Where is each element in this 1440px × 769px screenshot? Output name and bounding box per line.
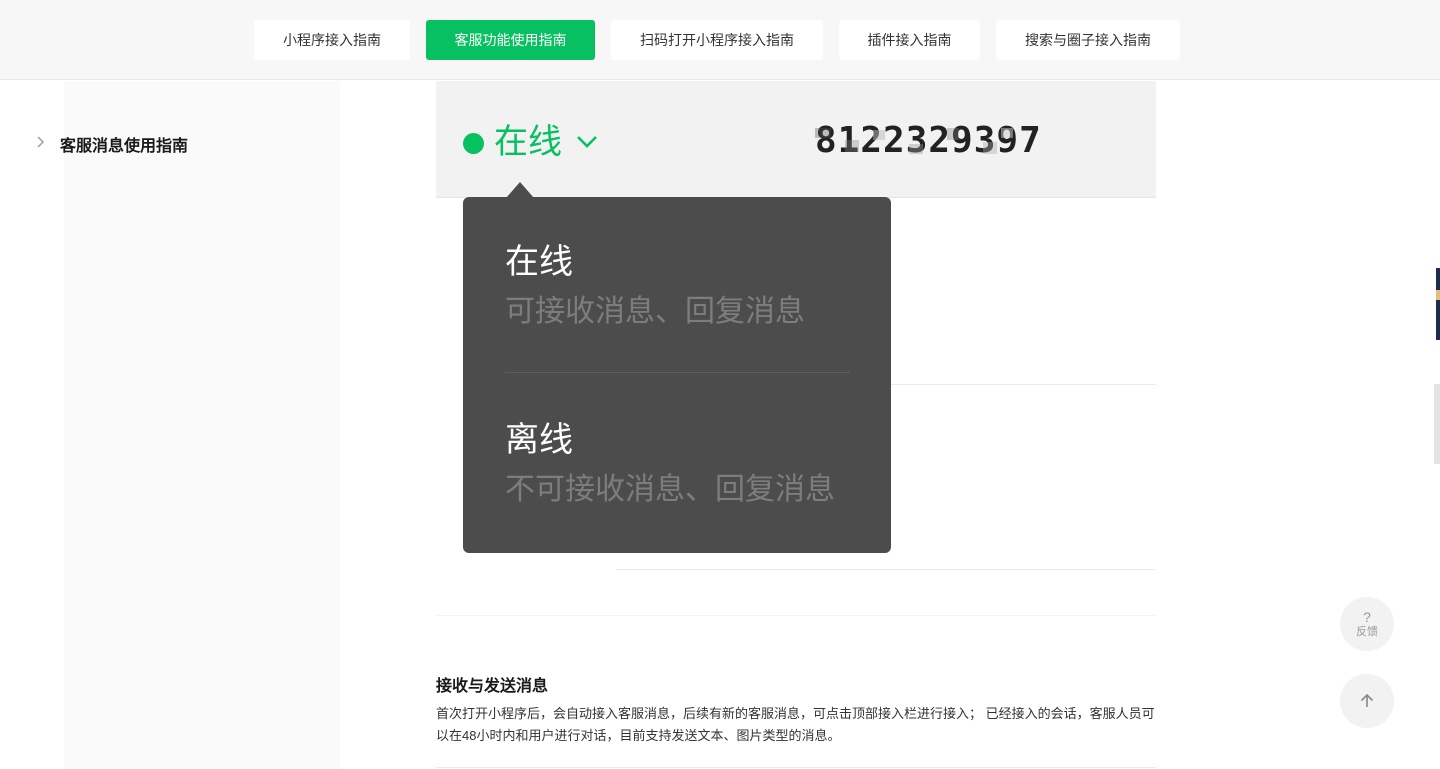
section-paragraph: 首次打开小程序后，会自动接入客服消息，后续有新的客服消息，可点击顶部接入栏进行接… xyxy=(436,706,1155,743)
feedback-label: 反馈 xyxy=(1356,626,1378,638)
tab-plugin-guide[interactable]: 插件接入指南 xyxy=(839,20,980,60)
option-description: 可接收消息、回复消息 xyxy=(505,295,805,328)
chevron-down-icon[interactable] xyxy=(574,132,600,152)
side-banner-image[interactable] xyxy=(1436,268,1440,340)
divider xyxy=(436,615,1156,616)
divider xyxy=(891,384,1156,385)
status-label[interactable]: 在线 xyxy=(494,120,562,164)
popup-arrow xyxy=(506,182,534,198)
top-nav-bar: 小程序接入指南 客服功能使用指南 扫码打开小程序接入指南 插件接入指南 搜索与圈… xyxy=(0,0,1440,80)
option-title: 离线 xyxy=(505,421,573,459)
sidebar-item-customer-message-guide[interactable]: 客服消息使用指南 xyxy=(60,132,188,156)
tab-customer-service-guide[interactable]: 客服功能使用指南 xyxy=(426,20,595,60)
online-status-dot xyxy=(463,133,484,154)
question-icon: ? xyxy=(1363,609,1371,625)
divider xyxy=(505,372,850,373)
side-banner-accent xyxy=(1436,290,1440,300)
section-title: 接收与发送消息 xyxy=(436,678,549,695)
divider xyxy=(616,569,1156,570)
sidebar xyxy=(64,81,340,769)
pixelated-mask xyxy=(815,128,1013,154)
scrollbar-thumb[interactable] xyxy=(1434,384,1440,464)
back-to-top-button[interactable] xyxy=(1340,674,1394,728)
tab-search-circle-guide[interactable]: 搜索与圈子接入指南 xyxy=(996,20,1180,60)
option-title: 在线 xyxy=(505,243,573,281)
feedback-button[interactable]: ? 反馈 xyxy=(1340,597,1394,651)
tab-mini-program-guide[interactable]: 小程序接入指南 xyxy=(254,20,410,60)
arrow-up-icon xyxy=(1360,693,1374,707)
chevron-right-icon[interactable] xyxy=(35,135,47,149)
tab-scan-code-guide[interactable]: 扫码打开小程序接入指南 xyxy=(611,20,823,60)
status-option-online[interactable]: 在线 可接收消息、回复消息 xyxy=(505,240,805,332)
option-description: 不可接收消息、回复消息 xyxy=(505,473,835,506)
divider xyxy=(436,767,1156,768)
status-option-offline[interactable]: 离线 不可接收消息、回复消息 xyxy=(505,418,835,510)
